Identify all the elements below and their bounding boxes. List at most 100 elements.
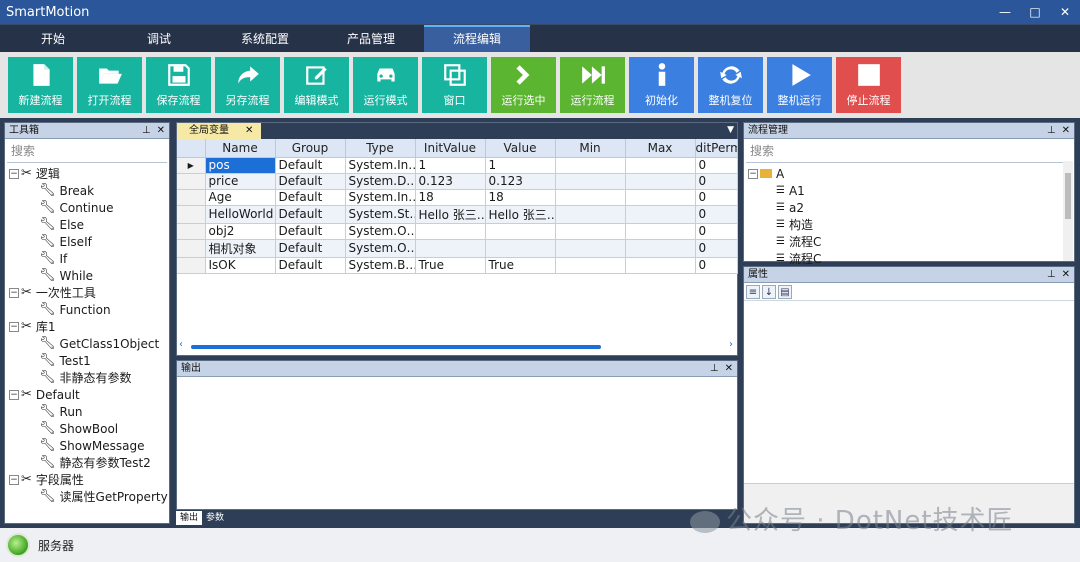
toolbar-button-7[interactable]: 运行选中: [491, 57, 556, 113]
column-header[interactable]: ditPerm: [695, 139, 738, 158]
table-cell[interactable]: [625, 205, 696, 224]
collapse-icon[interactable]: −: [9, 389, 19, 400]
table-cell[interactable]: [625, 173, 696, 190]
table-cell[interactable]: 1: [415, 157, 486, 174]
table-cell[interactable]: [625, 239, 696, 258]
table-cell[interactable]: True: [415, 257, 486, 274]
tree-item[interactable]: 🔧︎ Else: [9, 216, 169, 233]
table-row[interactable]: Age Default System.In… 18 18 0: [177, 189, 738, 206]
tab-menu-3[interactable]: 产品管理: [318, 25, 424, 52]
toolbar-button-4[interactable]: 编辑模式: [284, 57, 349, 113]
table-cell[interactable]: Hello 张三…: [415, 205, 486, 224]
property-pages-icon[interactable]: ▤: [778, 285, 792, 299]
column-header[interactable]: Max: [625, 139, 696, 158]
tree-item[interactable]: 🔧︎ 非静态有参数: [9, 369, 169, 386]
table-cell[interactable]: Default: [275, 173, 346, 190]
table-cell[interactable]: 1: [485, 157, 556, 174]
tab-parameters[interactable]: 参数: [202, 511, 228, 525]
table-cell[interactable]: System.O…: [345, 223, 416, 240]
table-cell[interactable]: [555, 257, 626, 274]
table-cell[interactable]: [555, 223, 626, 240]
table-cell[interactable]: 0: [695, 239, 738, 258]
table-cell[interactable]: [485, 223, 556, 240]
tree-item[interactable]: 🔧︎ Break: [9, 182, 169, 199]
row-header[interactable]: [177, 189, 206, 206]
table-row[interactable]: obj2 Default System.O… 0: [177, 223, 738, 240]
toolbar-button-6[interactable]: 窗口: [422, 57, 487, 113]
close-button[interactable]: ✕: [1050, 5, 1080, 19]
toolbar-button-3[interactable]: 另存流程: [215, 57, 280, 113]
table-cell[interactable]: [555, 173, 626, 190]
table-cell[interactable]: System.O…: [345, 239, 416, 258]
table-cell[interactable]: 18: [485, 189, 556, 206]
table-cell[interactable]: [625, 223, 696, 240]
vertical-scrollbar[interactable]: [1063, 161, 1073, 261]
row-header[interactable]: ▶: [177, 157, 206, 174]
scroll-thumb[interactable]: [1065, 173, 1071, 219]
table-cell[interactable]: [485, 239, 556, 258]
row-header[interactable]: [177, 205, 206, 224]
table-cell[interactable]: System.B…: [345, 257, 416, 274]
tree-item[interactable]: 🔧︎ ElseIf: [9, 233, 169, 250]
table-cell[interactable]: 0.123: [485, 173, 556, 190]
column-header[interactable]: Type: [345, 139, 416, 158]
row-header[interactable]: [177, 223, 206, 240]
toolbar-button-12[interactable]: 停止流程: [836, 57, 901, 113]
table-cell[interactable]: HelloWorld: [205, 205, 276, 224]
table-cell[interactable]: 相机对象: [205, 239, 276, 258]
table-row[interactable]: IsOK Default System.B… True True 0: [177, 257, 738, 274]
close-icon[interactable]: ✕: [1062, 125, 1070, 136]
pin-icon[interactable]: ⊥: [1047, 125, 1056, 136]
sort-alpha-icon[interactable]: ↓: [762, 285, 776, 299]
toolbar-button-1[interactable]: 打开流程: [77, 57, 142, 113]
close-icon[interactable]: ✕: [725, 363, 733, 374]
tree-item[interactable]: 🔧︎ 静态有参数Test2: [9, 454, 169, 471]
flow-item[interactable]: ☰ a2: [748, 199, 1074, 216]
tree-group[interactable]: − ✂ 一次性工具: [9, 284, 169, 301]
chevron-down-icon[interactable]: ▼: [727, 125, 734, 135]
tab-menu-4[interactable]: 流程编辑: [424, 25, 530, 52]
table-cell[interactable]: Default: [275, 157, 346, 174]
tree-item[interactable]: 🔧︎ While: [9, 267, 169, 284]
tree-item[interactable]: 🔧︎ If: [9, 250, 169, 267]
table-cell[interactable]: System.D…: [345, 173, 416, 190]
table-cell[interactable]: IsOK: [205, 257, 276, 274]
table-cell[interactable]: 0: [695, 223, 738, 240]
close-icon[interactable]: ✕: [1062, 269, 1070, 280]
flow-item[interactable]: ☰ 流程C: [748, 233, 1074, 250]
table-cell[interactable]: [625, 157, 696, 174]
column-header[interactable]: Min: [555, 139, 626, 158]
table-cell[interactable]: System.St…: [345, 205, 416, 224]
tab-menu-0[interactable]: 开始: [0, 25, 106, 52]
table-cell[interactable]: [555, 157, 626, 174]
tree-item[interactable]: 🔧︎ Test1: [9, 352, 169, 369]
table-cell[interactable]: Age: [205, 189, 276, 206]
row-header[interactable]: [177, 257, 206, 274]
tree-group[interactable]: − ✂ 库1: [9, 318, 169, 335]
scroll-left-icon[interactable]: ‹: [179, 339, 183, 350]
row-header[interactable]: [177, 173, 206, 190]
tree-item[interactable]: 🔧︎ ShowMessage: [9, 437, 169, 454]
table-cell[interactable]: [415, 223, 486, 240]
table-cell[interactable]: 0: [695, 257, 738, 274]
collapse-icon[interactable]: −: [748, 168, 758, 179]
close-icon[interactable]: ✕: [245, 125, 253, 136]
tree-item[interactable]: 🔧︎ GetClass1Object: [9, 335, 169, 352]
collapse-icon[interactable]: −: [9, 287, 19, 298]
pin-icon[interactable]: ⊥: [710, 363, 719, 374]
tab-menu-1[interactable]: 调试: [106, 25, 212, 52]
table-cell[interactable]: 0: [695, 205, 738, 224]
column-header[interactable]: Value: [485, 139, 556, 158]
table-cell[interactable]: pos: [205, 157, 276, 174]
table-cell[interactable]: Default: [275, 189, 346, 206]
collapse-icon[interactable]: −: [9, 474, 19, 485]
pin-icon[interactable]: ⊥: [1047, 269, 1056, 280]
flow-search-input[interactable]: 搜索: [746, 141, 1072, 163]
toolbar-button-9[interactable]: 初始化: [629, 57, 694, 113]
table-cell[interactable]: Default: [275, 205, 346, 224]
scroll-thumb[interactable]: [191, 345, 601, 349]
close-icon[interactable]: ✕: [157, 125, 165, 136]
toolbar-button-10[interactable]: 整机复位: [698, 57, 763, 113]
table-cell[interactable]: System.In…: [345, 157, 416, 174]
table-cell[interactable]: Hello 张三…: [485, 205, 556, 224]
